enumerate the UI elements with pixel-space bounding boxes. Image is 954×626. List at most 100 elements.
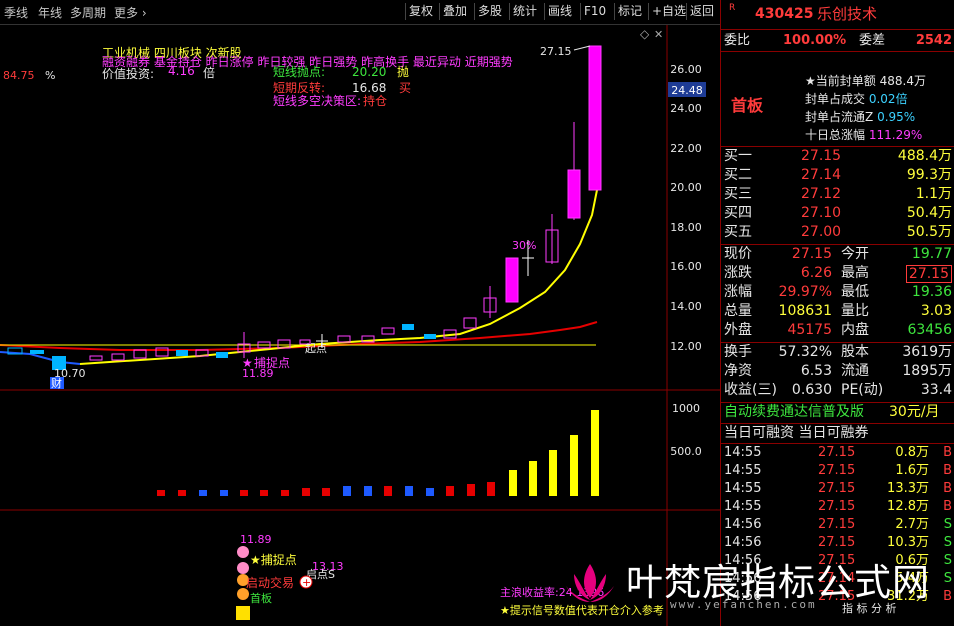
bid-volume: 488.4万 (897, 148, 952, 164)
back-button[interactable]: 返回 (686, 3, 717, 20)
stats-row: 换手 57.32% 股本 3619万 (721, 343, 954, 362)
first-board-badge: 首板 (731, 96, 764, 115)
trade-side: B (943, 499, 952, 514)
quote-label: 内盘 (841, 322, 869, 338)
bid-volume: 50.5万 (906, 224, 952, 240)
origin-label: 起点 (305, 342, 327, 355)
gift-icon (236, 606, 250, 620)
seal-label: 十日总涨幅 (805, 128, 866, 142)
quote-value: 3.03 (920, 303, 952, 319)
strategy-value: 持仓 (363, 93, 387, 108)
seal-value: 0.95% (877, 110, 916, 124)
value-invest-num: 4.16 (168, 64, 195, 78)
mark-button[interactable]: 标记 (614, 3, 645, 20)
stock-name: 乐创技术 (817, 5, 878, 23)
trade-time: 14:55 (724, 445, 762, 460)
quote-value: 19.36 (911, 284, 952, 300)
quote-label: 涨幅 (724, 284, 752, 300)
trade-row: 14:55 27.15 12.8万 B (721, 498, 954, 516)
trade-time: 14:55 (724, 463, 762, 478)
overlay-button[interactable]: 叠加 (439, 3, 470, 20)
weibi-label: 委比 (724, 33, 751, 48)
bid-price: 27.14 (801, 167, 842, 183)
trade-volume: 13.3万 (887, 481, 929, 496)
quote-value: 6.26 (800, 265, 832, 281)
rabbit-icon (237, 562, 249, 574)
trade-time: 14:55 (724, 481, 762, 496)
bottom-value: 11.89 (240, 533, 272, 546)
weicha-label: 委差 (859, 33, 886, 48)
finance-badge-text: 财 (51, 376, 62, 390)
stats-value: 6.53 (800, 363, 832, 379)
pane-options-icon[interactable]: ◇ (640, 27, 650, 41)
trade-volume: 12.8万 (887, 499, 929, 514)
pct-label: 30% (512, 239, 536, 252)
quote-label: 现价 (724, 246, 752, 262)
short-rebound-action: 买 (399, 81, 411, 95)
watermark-url: www.yefanchen.com (670, 598, 817, 611)
bid-price: 27.10 (801, 205, 842, 221)
trade-price: 27.15 (818, 517, 856, 532)
watermark: 叶梵宸指标公式网 www.yefanchen.com 指 标 分 析 (560, 548, 954, 626)
bid-label: 买五 (724, 224, 752, 240)
quote-label: 最低 (841, 284, 869, 300)
rabbit-icon (237, 588, 249, 600)
close-icon[interactable]: ✕ (654, 28, 663, 41)
bid-label: 买三 (724, 186, 752, 202)
stats-value: 1895万 (902, 363, 952, 379)
promo-price: 30元/月 (889, 404, 940, 420)
seal-info: ★当前封单额 488.4万 封单占成交 0.02倍 封单占流通Z 0.95% 十… (805, 72, 926, 144)
quote-value: 45175 (787, 322, 832, 338)
current-price-tag-text: 24.48 (671, 84, 703, 97)
bottom-capture-label: ★捕捉点 (250, 552, 297, 567)
volume-bars (157, 410, 599, 496)
quote-row: 涨跌 6.26 最高 27.15 (721, 264, 954, 283)
first-board-label: 首板 (250, 591, 272, 605)
draw-button[interactable]: 画线 (544, 3, 575, 20)
margin-text: 当日可融资 当日可融券 (724, 425, 869, 441)
vol-tick: 500.0 (670, 445, 702, 458)
plus-sign: + (302, 576, 311, 589)
stats-label: 换手 (724, 344, 752, 360)
bid-label: 买二 (724, 167, 752, 183)
stats-button[interactable]: 统计 (509, 3, 540, 20)
more-menu[interactable]: 更多 › (114, 4, 147, 21)
fq-button[interactable]: 复权 (405, 3, 436, 20)
weicha-value: 2542 (915, 33, 952, 48)
footer-tab[interactable]: 指 标 分 析 (842, 600, 897, 616)
promo-row[interactable]: 自动续费通达信普及版 30元/月 (721, 403, 954, 422)
bid-row[interactable]: 买二 27.14 99.3万 (721, 166, 954, 185)
trade-row: 14:56 27.15 2.7万 S (721, 516, 954, 534)
trade-side: B (943, 463, 952, 478)
capture-value: 11.89 (242, 367, 274, 380)
quote-row: 现价 27.15 今开 19.77 (721, 245, 954, 264)
stats-value: 33.4 (920, 382, 952, 398)
bid-row[interactable]: 买三 27.12 1.1万 (721, 185, 954, 204)
bid-price: 27.00 (801, 224, 842, 240)
multi-period[interactable]: 多周期 (70, 4, 106, 21)
chevron-right-icon: › (138, 6, 147, 20)
trade-time: 14:55 (724, 499, 762, 514)
price-tick: 18.00 (670, 221, 702, 234)
value-invest-unit: 倍 (203, 65, 215, 80)
bid-volume: 1.1万 (915, 186, 952, 202)
stats-label: PE(动) (841, 382, 884, 398)
bid-row[interactable]: 买一 27.15 488.4万 (721, 147, 954, 166)
stats-label: 收益(三) (724, 382, 777, 398)
weibi-row: 委比 100.00% 委差 2542 (721, 31, 954, 50)
quote-value: 19.77 (911, 246, 952, 262)
multi-stock-button[interactable]: 多股 (474, 3, 505, 20)
seal-label: 当前封单额 (815, 74, 876, 88)
add-watchlist-button[interactable]: +自选 (648, 3, 689, 20)
high-pointer (573, 45, 591, 51)
bid-row[interactable]: 买四 27.10 50.4万 (721, 204, 954, 223)
quote-value: 27.15 (791, 246, 832, 262)
period-quarter[interactable]: 季线 (4, 4, 28, 21)
kline-chart[interactable]: 26.00 24.00 22.00 20.00 18.00 16.00 14.0… (0, 25, 720, 626)
bid-row[interactable]: 买五 27.00 50.5万 (721, 223, 954, 242)
stats-label: 股本 (841, 344, 869, 360)
price-tick: 24.00 (670, 102, 702, 115)
f10-button[interactable]: F10 (580, 3, 609, 20)
quote-row: 涨幅 29.97% 最低 19.36 (721, 283, 954, 302)
period-year[interactable]: 年线 (38, 4, 62, 21)
